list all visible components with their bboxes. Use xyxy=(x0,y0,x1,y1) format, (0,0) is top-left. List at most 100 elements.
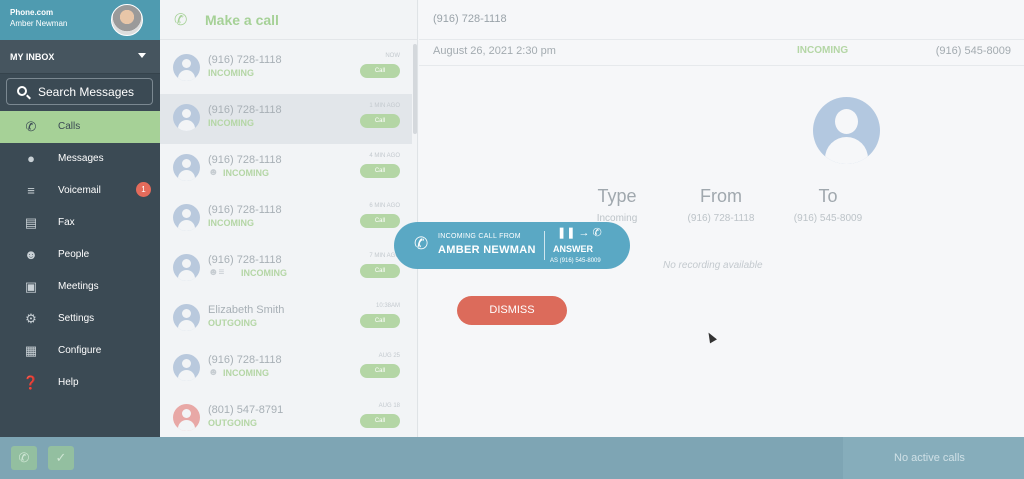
call-row[interactable]: (916) 728-1118 ☻≡ INCOMING 7 MIN AGO Cal… xyxy=(160,244,412,294)
user-avatar[interactable] xyxy=(111,4,143,36)
call-row[interactable]: Elizabeth Smith OUTGOING 10:38AM Call xyxy=(160,294,412,344)
call-row[interactable]: (916) 728-1118 ☻ INCOMING 4 MIN AGO Call xyxy=(160,144,412,194)
inbox-selector[interactable]: MY INBOX xyxy=(0,40,160,74)
call-button[interactable]: Call xyxy=(360,64,400,78)
voicemail-badge: 1 xyxy=(136,182,151,197)
call-button[interactable]: Call xyxy=(360,414,400,428)
nav-item-messages[interactable]: ● Messages xyxy=(0,143,160,175)
nav-item-meetings[interactable]: ▣ Meetings xyxy=(0,271,160,303)
search-messages-input[interactable]: Search Messages xyxy=(6,78,153,105)
nav-item-voicemail[interactable]: ≡ Voicemail 1 xyxy=(0,175,160,207)
brand-header: Phone.com Amber Newman xyxy=(0,0,160,40)
call-button[interactable]: Call xyxy=(360,314,400,328)
inbox-label: MY INBOX xyxy=(10,52,55,62)
call-row[interactable]: (916) 728-1118 INCOMING 1 MIN AGO Call xyxy=(160,94,412,144)
incoming-call-label: INCOMING CALL FROM xyxy=(438,233,521,240)
call-row[interactable]: (916) 728-1118 ☻ INCOMING AUG 25 Call xyxy=(160,344,412,394)
nav-label: Configure xyxy=(58,345,102,356)
add-call-icon: ✆ xyxy=(174,12,188,29)
avatar xyxy=(173,354,200,381)
call-row[interactable]: (916) 728-1118 INCOMING NOW Call xyxy=(160,44,412,94)
call-number: Elizabeth Smith xyxy=(208,304,285,316)
call-time: 6 MIN AGO xyxy=(369,203,400,209)
nav-label: Help xyxy=(58,377,79,388)
call-list-panel: ✆ Make a call (916) 728-1118 INCOMING NO… xyxy=(160,0,418,437)
call-datetime: August 26, 2021 2:30 pm xyxy=(433,45,556,57)
search-label: Search Messages xyxy=(38,85,135,99)
call-time: 4 MIN AGO xyxy=(369,153,400,159)
call-time: 10:38AM xyxy=(375,303,400,309)
to-value: (916) 545-8009 xyxy=(793,213,863,224)
call-button[interactable]: Call xyxy=(360,364,400,378)
call-button[interactable]: Call xyxy=(360,264,400,278)
nav-item-people[interactable]: ☻ People xyxy=(0,239,160,271)
call-number: (916) 728-1118 xyxy=(208,254,282,266)
call-number: (916) 728-1118 xyxy=(208,154,282,166)
call-row[interactable]: (916) 728-1118 INCOMING 6 MIN AGO Call xyxy=(160,194,412,244)
call-time: NOW xyxy=(385,53,400,59)
from-column: From (916) 728-1118 xyxy=(685,186,757,224)
nav-item-settings[interactable]: ⚙ Settings xyxy=(0,303,160,335)
call-status: INCOMING xyxy=(208,118,254,128)
search-icon xyxy=(17,86,27,96)
avatar xyxy=(173,154,200,181)
chevron-down-icon xyxy=(138,53,146,58)
nav-label: Messages xyxy=(58,153,104,164)
answer-as-number: AS (916) 545-8009 xyxy=(550,258,601,264)
divider xyxy=(544,231,545,260)
call-button[interactable]: Call xyxy=(360,164,400,178)
no-active-calls-text: No active calls xyxy=(894,452,965,464)
call-rows: (916) 728-1118 INCOMING NOW Call (916) 7… xyxy=(160,44,412,444)
caller-name: AMBER NEWMAN xyxy=(438,244,536,256)
nav-label: People xyxy=(58,249,90,260)
make-call-header[interactable]: ✆ Make a call xyxy=(160,0,417,40)
calls-icon: ✆ xyxy=(25,119,37,134)
messages-icon: ● xyxy=(27,151,35,166)
fax-icon: ▤ xyxy=(24,215,38,230)
call-number: (916) 728-1118 xyxy=(208,354,282,366)
call-number: (916) 728-1118 xyxy=(208,104,282,116)
nav-label: Fax xyxy=(58,217,75,228)
call-to-number: (916) 545-8009 xyxy=(935,45,1011,57)
type-column: Type Incoming xyxy=(591,186,643,224)
incoming-call-icon: ✆ xyxy=(414,234,429,253)
hold-transfer-icon[interactable]: ❚❚ → ✆ xyxy=(557,226,602,239)
nav-item-help[interactable]: ❓ Help xyxy=(0,367,160,399)
call-direction: INCOMING xyxy=(797,45,849,56)
nav-item-calls[interactable]: ✆ Calls xyxy=(0,111,160,143)
incoming-call-banner[interactable]: ✆ INCOMING CALL FROM AMBER NEWMAN ❚❚ → ✆… xyxy=(394,222,630,269)
detail-subheader: August 26, 2021 2:30 pm INCOMING (916) 5… xyxy=(419,40,1024,66)
from-value: (916) 728-1118 xyxy=(687,213,755,224)
call-button[interactable]: Call xyxy=(360,214,400,228)
call-number: (916) 728-1118 xyxy=(208,204,282,216)
call-time: AUG 25 xyxy=(378,353,400,359)
dismiss-button[interactable]: DISMISS xyxy=(457,296,567,325)
make-call-label: Make a call xyxy=(205,12,279,28)
nav-label: Settings xyxy=(58,313,95,324)
nav-menu: ✆ Calls ● Messages ≡ Voicemail 1 ▤ Fax ☻… xyxy=(0,111,160,399)
answer-button[interactable]: ANSWER xyxy=(553,244,593,254)
to-heading: To xyxy=(818,186,838,206)
avatar xyxy=(173,304,200,331)
no-recording-text: No recording available xyxy=(663,260,763,271)
call-button[interactable]: Call xyxy=(360,114,400,128)
call-status: OUTGOING xyxy=(208,418,257,428)
phone-icon[interactable]: ✆ xyxy=(11,446,37,470)
from-heading: From xyxy=(700,186,742,206)
call-time: 1 MIN AGO xyxy=(369,103,400,109)
list-scrollbar[interactable] xyxy=(413,44,417,134)
type-heading: Type xyxy=(597,186,637,206)
call-status: INCOMING xyxy=(208,68,254,78)
people-icon: ☻ xyxy=(24,247,38,262)
call-number: (801) 547-8791 xyxy=(208,404,284,416)
nav-item-configure[interactable]: ▦ Configure xyxy=(0,335,160,367)
mobile-check-icon[interactable]: ✓ xyxy=(48,446,74,470)
sidebar: Phone.com Amber Newman MY INBOX Search M… xyxy=(0,0,160,437)
configure-icon: ▦ xyxy=(24,343,38,358)
call-detail-panel: (916) 728-1118 August 26, 2021 2:30 pm I… xyxy=(419,0,1024,437)
voicemail-icon: ≡ xyxy=(27,183,35,198)
voicemail-icon: ☻ xyxy=(208,167,219,178)
gear-icon: ⚙ xyxy=(25,311,37,326)
nav-item-fax[interactable]: ▤ Fax xyxy=(0,207,160,239)
nav-label: Calls xyxy=(58,121,81,132)
